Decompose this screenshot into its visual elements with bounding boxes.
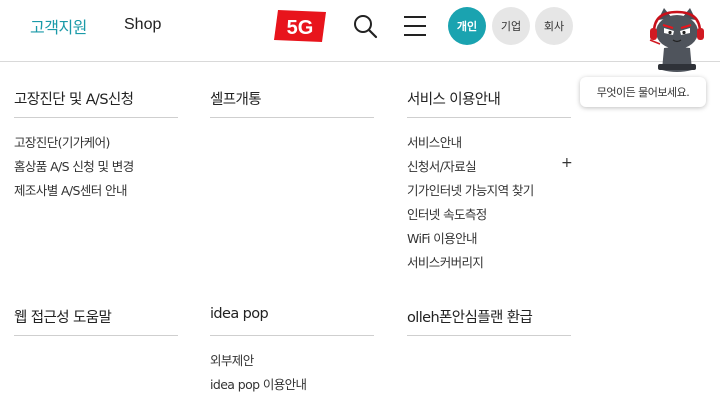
divider xyxy=(14,335,178,336)
hamburger-menu-icon[interactable] xyxy=(402,14,428,38)
link-internet-speed-test[interactable]: 인터넷 속도측정 xyxy=(407,204,487,223)
link-external-proposal[interactable]: 외부제안 xyxy=(210,350,254,369)
segment-company-button[interactable]: 회사 xyxy=(535,7,573,45)
nav-customer-support[interactable]: 고객지원 xyxy=(30,14,87,38)
5g-logo-icon[interactable]: 5G xyxy=(272,8,328,44)
segment-personal-button[interactable]: 개인 xyxy=(448,7,486,45)
divider xyxy=(210,117,374,118)
plus-icon[interactable]: + xyxy=(561,155,573,171)
section-title-service-guide[interactable]: 서비스 이용안내 xyxy=(407,88,501,109)
link-service-info[interactable]: 서비스안내 xyxy=(407,132,462,151)
link-manufacturer-as-center[interactable]: 제조사별 A/S센터 안내 xyxy=(14,180,127,199)
link-service-coverage[interactable]: 서비스커버리지 xyxy=(407,252,484,271)
link-idea-pop-guide[interactable]: idea pop 이용안내 xyxy=(210,374,307,393)
chatbot-speech-bubble[interactable]: 무엇이든 물어보세요. xyxy=(580,77,706,107)
section-title-repair[interactable]: 고장진단 및 A/S신청 xyxy=(14,88,134,109)
search-icon[interactable] xyxy=(352,13,378,39)
link-forms-library[interactable]: 신청서/자료실 xyxy=(407,156,477,175)
segment-business-button[interactable]: 기업 xyxy=(492,7,530,45)
logo-text: 5G xyxy=(287,17,314,39)
section-title-web-accessibility[interactable]: 웹 접근성 도움말 xyxy=(14,306,112,327)
divider xyxy=(14,117,178,118)
header-bar: 고객지원 Shop 5G 개인 기업 회사 xyxy=(0,0,720,62)
link-diagnosis[interactable]: 고장진단(기가케어) xyxy=(14,132,110,151)
chatbot-cat-icon[interactable] xyxy=(646,6,708,76)
link-home-as-request[interactable]: 홈상품 A/S 신청 및 변경 xyxy=(14,156,134,175)
link-wifi-guide[interactable]: WiFi 이용안내 xyxy=(407,228,477,247)
section-title-idea-pop[interactable]: idea pop xyxy=(210,306,269,322)
nav-shop[interactable]: Shop xyxy=(124,16,161,34)
divider xyxy=(210,335,374,336)
divider xyxy=(407,117,571,118)
link-giga-internet-area[interactable]: 기가인터넷 가능지역 찾기 xyxy=(407,180,534,199)
section-title-phone-plan-refund[interactable]: olleh폰안심플랜 환급 xyxy=(407,306,533,327)
section-title-self-activation[interactable]: 셀프개통 xyxy=(210,88,262,109)
divider xyxy=(407,335,571,336)
